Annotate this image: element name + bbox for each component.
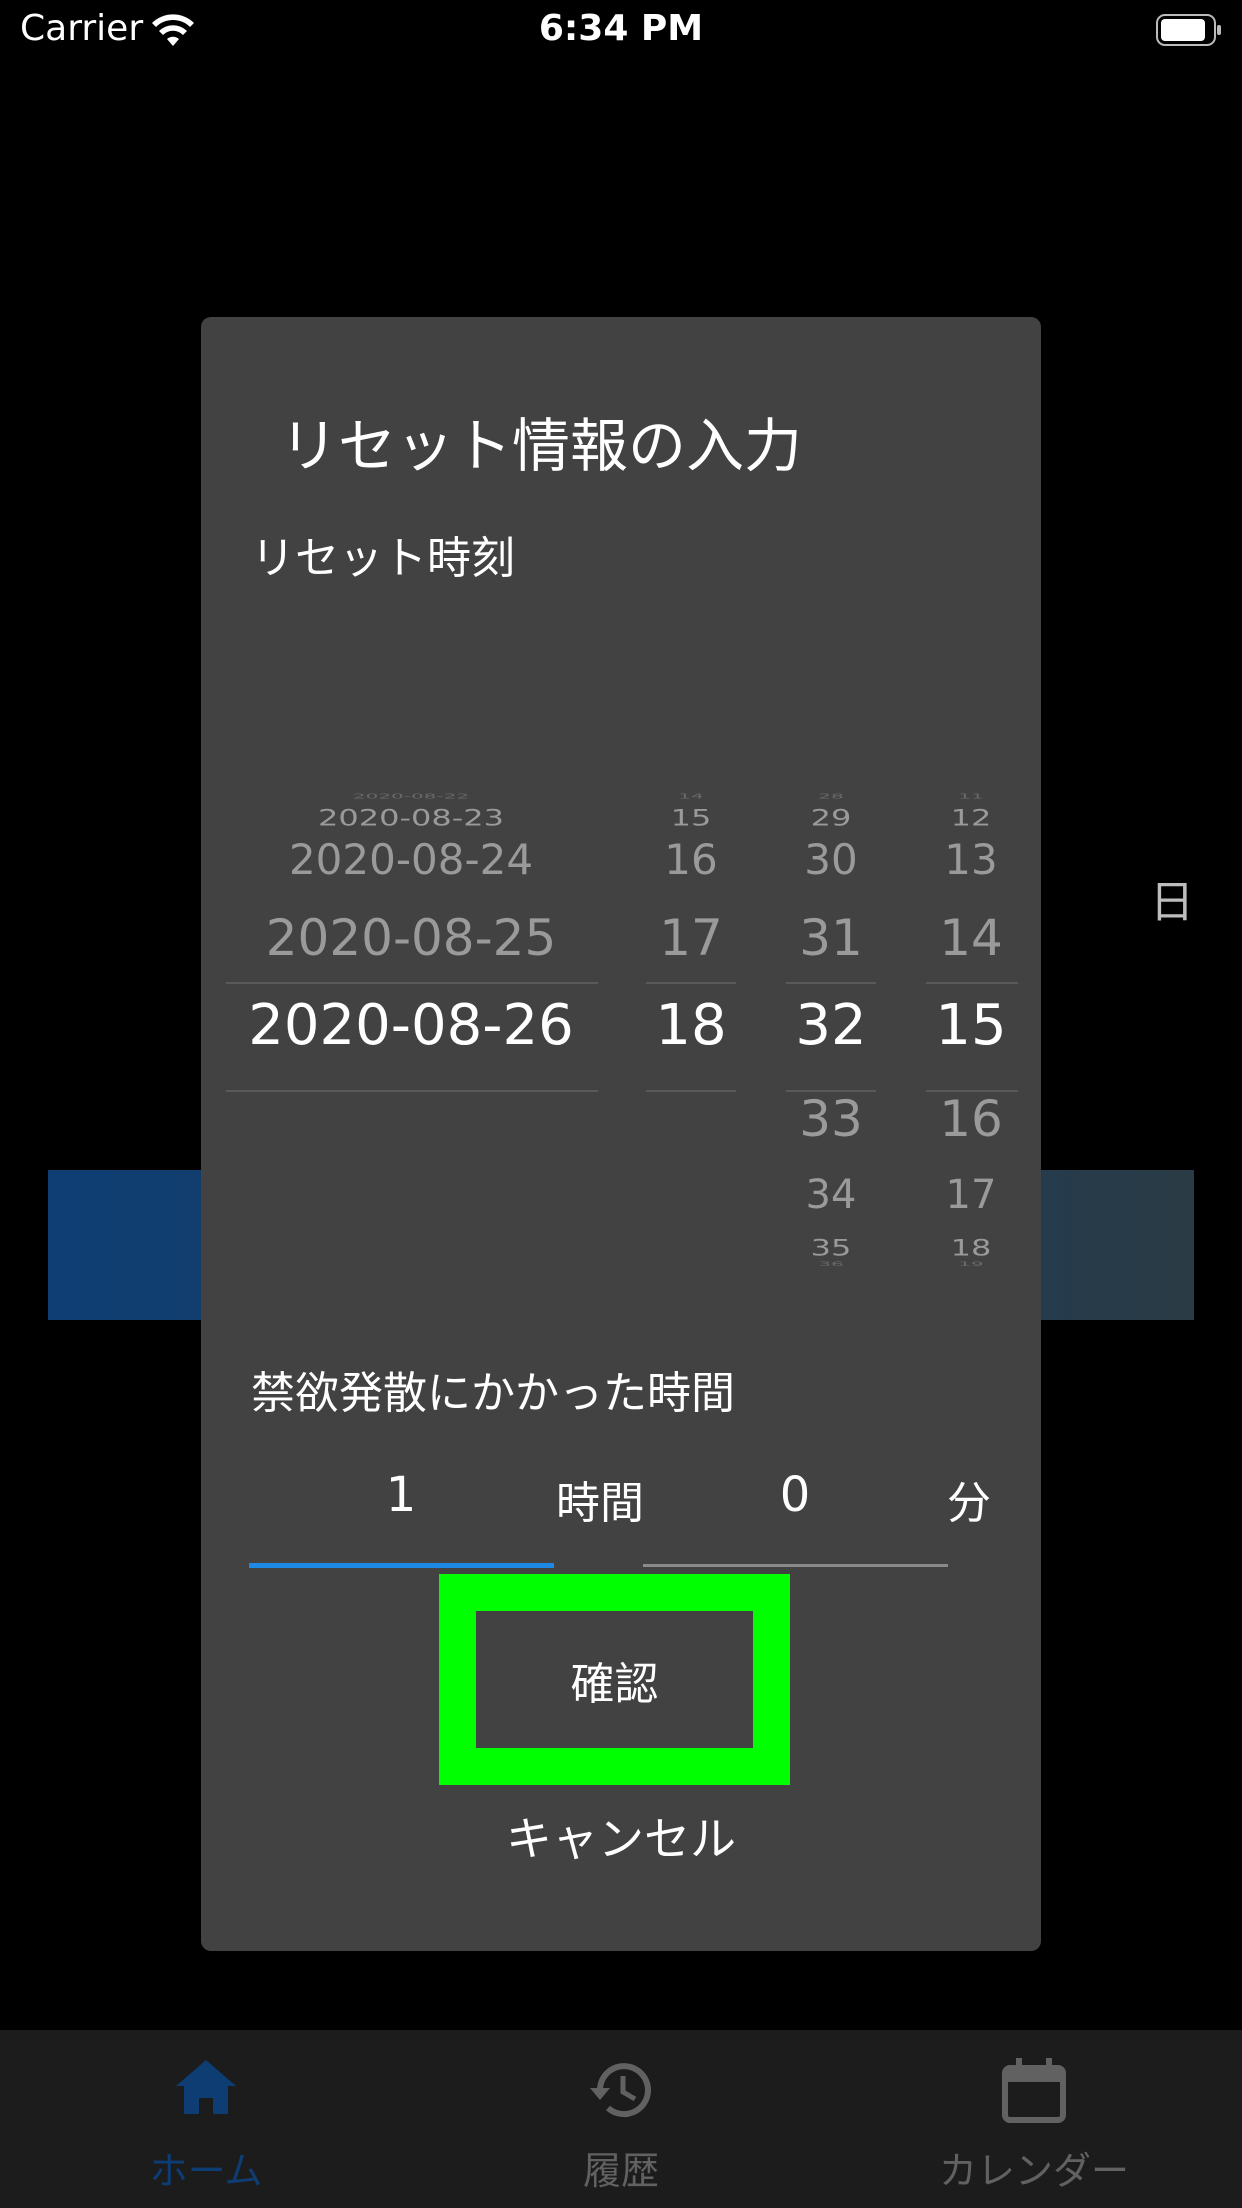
picker-date-item[interactable]: 2020-08-25: [226, 909, 596, 967]
hours-input[interactable]: 1: [249, 1467, 553, 1523]
picker-minute-item[interactable]: 35: [786, 1235, 876, 1262]
status-bar: Carrier 6:34 PM: [0, 0, 1242, 62]
picker-hour-item[interactable]: 17: [646, 909, 736, 967]
battery-icon: [1156, 14, 1221, 46]
picker-second-item[interactable]: 14: [926, 909, 1016, 967]
picker-hour-selected[interactable]: 18: [646, 993, 736, 1058]
history-icon: [590, 2063, 651, 2118]
hours-input-underline: [249, 1563, 554, 1568]
picker-minute-item[interactable]: 30: [786, 835, 876, 884]
picker-minute-item[interactable]: 33: [786, 1090, 876, 1148]
picker-minute-selected[interactable]: 32: [786, 993, 876, 1058]
minutes-input[interactable]: 0: [643, 1467, 947, 1523]
reset-info-dialog: リセット情報の入力 リセット時刻 2020-08-22 2020-08-23 2…: [201, 317, 1041, 1951]
picker-second-selected[interactable]: 15: [926, 993, 1016, 1058]
picker-minute-item[interactable]: 34: [786, 1172, 876, 1218]
tab-calendar-label: カレンダー: [938, 2149, 1129, 2193]
calendar-icon: [1002, 2058, 1066, 2123]
picker-date-item[interactable]: 2020-08-23: [226, 805, 596, 832]
picker-selection-line: [786, 982, 876, 984]
picker-date-column[interactable]: 2020-08-22 2020-08-23 2020-08-24 2020-08…: [226, 787, 596, 1287]
tab-history-label: 履歴: [582, 2149, 659, 2193]
tab-home-label: ホーム: [149, 2149, 263, 2193]
picker-hour-item[interactable]: 15: [646, 805, 736, 832]
picker-hour-column[interactable]: 14 15 16 17 18: [646, 787, 736, 1287]
tab-calendar[interactable]: カレンダー: [884, 2030, 1184, 2208]
home-icon: [176, 2060, 236, 2114]
tab-history[interactable]: 履歴: [471, 2030, 771, 2208]
confirm-button[interactable]: 確認: [439, 1574, 790, 1785]
picker-second-item[interactable]: 18: [926, 1235, 1016, 1262]
tab-bar: ホーム 履歴 カレンダー: [0, 2030, 1242, 2208]
picker-second-item[interactable]: 13: [926, 835, 1016, 884]
status-time: 6:34 PM: [538, 8, 704, 49]
reset-time-label: リセット時刻: [251, 533, 515, 584]
picker-selection-line: [926, 982, 1018, 984]
minutes-unit-label: 分: [947, 1478, 991, 1529]
picker-date-item[interactable]: 2020-08-24: [226, 835, 596, 884]
picker-selection-line: [926, 1090, 1018, 1092]
picker-second-column[interactable]: 11 12 13 14 15 16 17 18 19: [926, 787, 1016, 1287]
picker-selection-line: [786, 1090, 876, 1092]
picker-minute-item[interactable]: 28: [786, 792, 876, 800]
tab-home[interactable]: ホーム: [56, 2030, 356, 2208]
minutes-input-underline: [643, 1564, 948, 1567]
picker-date-item[interactable]: 2020-08-22: [226, 792, 596, 800]
picker-minute-item[interactable]: 31: [786, 909, 876, 967]
picker-selection-line: [226, 1090, 598, 1092]
cancel-button[interactable]: キャンセル: [201, 1803, 1041, 1869]
picker-second-item[interactable]: 12: [926, 805, 1016, 832]
picker-selection-line: [646, 982, 736, 984]
day-label: 日: [1150, 877, 1194, 928]
picker-minute-item[interactable]: 36: [786, 1260, 876, 1267]
confirm-button-label: 確認: [570, 1658, 659, 1710]
picker-minute-item[interactable]: 29: [786, 805, 876, 832]
picker-second-item[interactable]: 11: [926, 792, 1016, 800]
picker-selection-line: [226, 982, 598, 984]
picker-second-item[interactable]: 17: [926, 1172, 1016, 1218]
picker-selection-line: [646, 1090, 736, 1092]
picker-second-item[interactable]: 19: [926, 1260, 1016, 1267]
picker-hour-item[interactable]: 14: [646, 792, 736, 800]
duration-label: 禁欲発散にかかった時間: [251, 1368, 735, 1419]
picker-hour-item[interactable]: 16: [646, 835, 736, 884]
picker-date-selected[interactable]: 2020-08-26: [226, 993, 596, 1058]
datetime-picker[interactable]: 2020-08-22 2020-08-23 2020-08-24 2020-08…: [226, 787, 1026, 1287]
dialog-title: リセット情報の入力: [280, 412, 803, 480]
picker-second-item[interactable]: 16: [926, 1090, 1016, 1148]
picker-minute-column[interactable]: 28 29 30 31 32 33 34 35 36: [786, 787, 876, 1287]
hours-unit-label: 時間: [556, 1478, 644, 1529]
